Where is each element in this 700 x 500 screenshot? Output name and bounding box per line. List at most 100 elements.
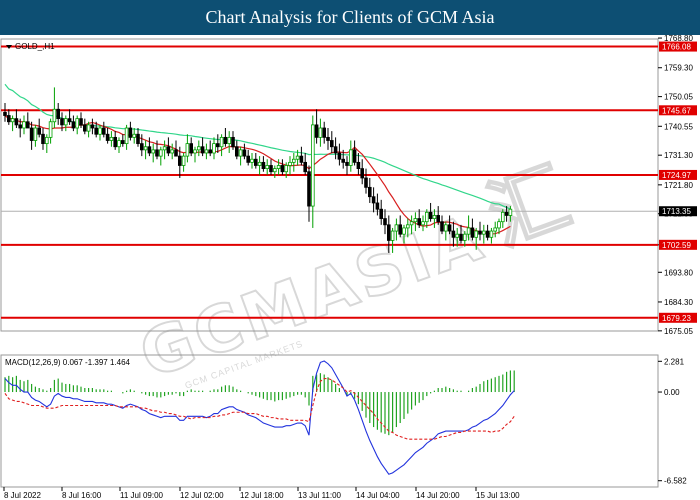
candle-body [436, 215, 440, 223]
symbol-text: GOLD_,H1 [15, 42, 55, 51]
price-tick-label: 1759.30 [664, 64, 693, 73]
candle-body [303, 161, 307, 173]
candle-body [18, 124, 22, 129]
candle-body [109, 136, 114, 141]
macd-tick-label: 2.281 [664, 357, 685, 366]
candle-body [348, 149, 353, 166]
candle-body [478, 230, 482, 235]
candle-body [166, 146, 171, 154]
candle-body [204, 149, 209, 154]
time-tick-label: 11 Jul 09:00 [120, 491, 164, 500]
candle-body [307, 171, 311, 207]
candle-body [117, 140, 121, 148]
candle-body [193, 149, 197, 154]
candle-body [170, 149, 175, 154]
price-tick-label: 1684.30 [664, 298, 693, 307]
candle-body [409, 221, 414, 226]
candle-body [105, 133, 110, 141]
candle-body [333, 146, 338, 154]
candle-body [7, 115, 11, 123]
candle-body [394, 224, 399, 232]
candle-body [121, 140, 125, 145]
candle-body [71, 121, 76, 129]
time-tick-label: 8 Jul 2022 [4, 491, 41, 500]
macd-tick-label: -6.582 [664, 477, 687, 486]
candle-body [299, 155, 304, 163]
candle-body [113, 136, 118, 148]
candle-body [318, 127, 323, 138]
candle-body [3, 111, 7, 116]
candle-body [398, 224, 402, 235]
candle-body [504, 211, 509, 216]
candle-body [177, 155, 182, 166]
candle-body [345, 161, 349, 166]
candle-body [497, 221, 501, 229]
candle-body [440, 221, 444, 232]
candle-body [45, 136, 49, 145]
candle-body [356, 161, 361, 170]
candle-body [37, 127, 41, 135]
candle-body [508, 208, 513, 216]
candle-body [83, 124, 87, 132]
candle-body [136, 133, 140, 145]
time-tick-label: 14 Jul 20:00 [416, 491, 460, 500]
candle-body [208, 149, 213, 154]
current-price-label: 1713.35 [662, 207, 691, 216]
candle-body [447, 224, 452, 232]
candle-body [227, 136, 232, 145]
candle-body [185, 143, 190, 157]
candle-body [310, 124, 315, 207]
candle-body [162, 146, 167, 151]
price-tick-label: 1740.55 [664, 122, 693, 131]
level-label: 1702.59 [662, 241, 691, 250]
time-tick-label: 15 Jul 13:00 [476, 491, 520, 500]
candle-body [242, 149, 247, 157]
candle-body [79, 118, 83, 126]
macd-tick-label: 0.00 [664, 388, 680, 397]
candle-body [474, 230, 478, 238]
candle-body [314, 124, 319, 138]
level-label: 1745.67 [662, 106, 691, 115]
candle-body [90, 124, 95, 129]
candle-body [405, 224, 410, 229]
candle-body [238, 149, 243, 157]
candle-body [158, 149, 163, 157]
candle-body [102, 127, 106, 135]
candle-body [200, 146, 205, 154]
macd-label: MACD(12,26,9) 0.067 -1.397 1.464 [5, 358, 131, 367]
candle-body [219, 136, 224, 148]
candle-body [174, 149, 178, 157]
candle-body [143, 146, 148, 151]
candle-body [322, 127, 326, 138]
candle-body [196, 146, 201, 151]
candle-body [253, 158, 258, 166]
candle-body [288, 161, 292, 166]
level-label: 1679.23 [662, 314, 691, 323]
candle-body [128, 127, 133, 138]
candle-body [402, 227, 406, 235]
candle-body [269, 165, 273, 173]
chart-title: Chart Analysis for Clients of GCM Asia [205, 7, 495, 27]
candle-body [189, 143, 194, 154]
candle-body [417, 218, 421, 226]
candle-body [67, 118, 72, 123]
candle-body [56, 108, 60, 120]
candle-body [360, 168, 364, 179]
candle-body [22, 121, 26, 129]
time-tick-label: 14 Jul 04:00 [356, 491, 400, 500]
candle-body [75, 118, 80, 129]
candle-body [326, 136, 330, 141]
price-tick-label: 1693.80 [664, 268, 693, 277]
candle-body [14, 118, 19, 126]
candle-body [455, 233, 459, 238]
price-tick-label: 1750.05 [664, 93, 693, 102]
candle-body [261, 161, 266, 170]
candle-body [94, 127, 99, 135]
candle-body [139, 143, 144, 151]
candle-body [223, 136, 228, 145]
candle-body [390, 230, 395, 241]
candle-body [367, 186, 372, 198]
candle-body [147, 146, 152, 154]
candle-body [500, 211, 505, 223]
candle-body [215, 143, 220, 148]
